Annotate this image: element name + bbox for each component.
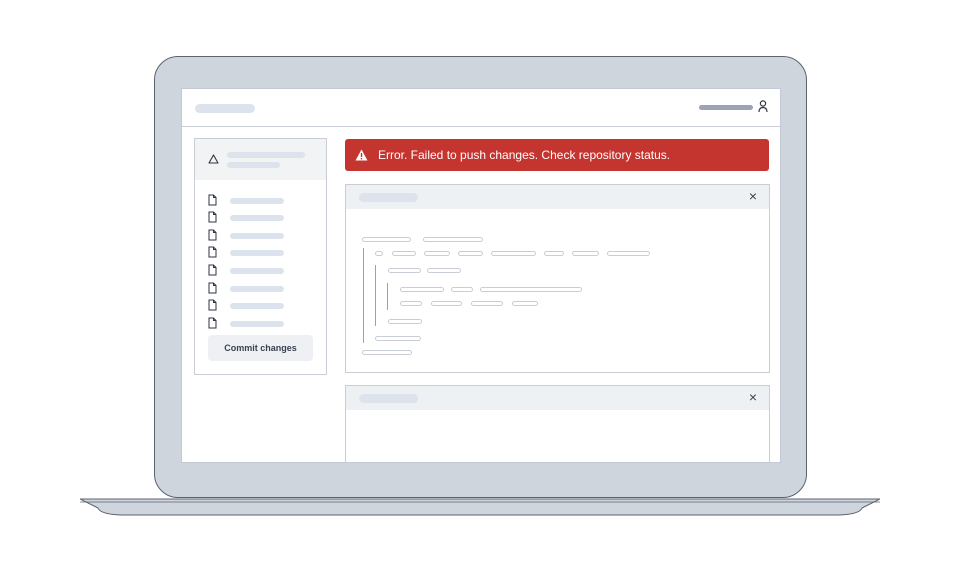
code-token — [480, 287, 582, 292]
close-panel-button[interactable]: × — [749, 390, 757, 404]
tree-guide-line — [387, 283, 388, 310]
file-item[interactable] — [208, 317, 308, 329]
file-icon — [208, 194, 217, 206]
file-icon — [208, 299, 217, 311]
tree-guide-line — [363, 248, 364, 343]
code-token — [423, 237, 483, 242]
commit-changes-button[interactable]: Commit changes — [208, 335, 313, 361]
code-panel: × — [345, 184, 770, 373]
sidebar-header — [195, 139, 326, 180]
app-logo-placeholder — [195, 104, 255, 113]
warning-triangle-outline-icon — [208, 154, 219, 164]
code-token — [388, 268, 421, 273]
file-name-placeholder — [230, 321, 284, 327]
code-token — [544, 251, 564, 256]
file-icon — [208, 211, 217, 223]
file-icon — [208, 246, 217, 258]
error-message: Error. Failed to push changes. Check rep… — [378, 148, 671, 162]
file-name-placeholder — [230, 268, 284, 274]
code-token — [471, 301, 503, 306]
error-banner: Error. Failed to push changes. Check rep… — [345, 139, 769, 171]
secondary-panel-header: × — [346, 386, 769, 410]
code-token — [400, 301, 422, 306]
repo-name-placeholder — [227, 152, 305, 158]
file-item[interactable] — [208, 282, 308, 294]
code-token — [375, 251, 383, 256]
file-name-placeholder — [230, 215, 284, 221]
app-header — [182, 89, 780, 127]
panel-title-placeholder — [359, 193, 418, 202]
secondary-panel: × — [345, 385, 770, 462]
file-name-placeholder — [230, 233, 284, 239]
code-token — [572, 251, 599, 256]
file-icon — [208, 229, 217, 241]
code-token — [451, 287, 473, 292]
laptop-base — [80, 498, 880, 516]
code-token — [491, 251, 536, 256]
file-item[interactable] — [208, 246, 308, 258]
user-icon[interactable] — [758, 100, 768, 113]
user-name-placeholder — [699, 105, 753, 110]
code-token — [388, 319, 422, 324]
file-item[interactable] — [208, 229, 308, 241]
file-name-placeholder — [230, 303, 284, 309]
code-token — [362, 350, 412, 355]
file-icon — [208, 282, 217, 294]
file-item[interactable] — [208, 194, 308, 206]
code-token — [424, 251, 450, 256]
file-name-placeholder — [230, 250, 284, 256]
code-token — [512, 301, 538, 306]
code-token — [431, 301, 462, 306]
file-item[interactable] — [208, 211, 308, 223]
code-token — [392, 251, 416, 256]
file-icon — [208, 264, 217, 276]
tree-guide-line — [375, 265, 376, 326]
branch-name-placeholder — [227, 162, 280, 168]
file-item[interactable] — [208, 264, 308, 276]
file-name-placeholder — [230, 198, 284, 204]
code-token — [400, 287, 444, 292]
code-token — [362, 237, 411, 242]
code-token — [607, 251, 650, 256]
panel-title-placeholder — [359, 394, 418, 403]
code-token — [427, 268, 461, 273]
app-screen: Commit changes Error. Failed to push cha… — [181, 88, 781, 463]
file-name-placeholder — [230, 286, 284, 292]
file-sidebar: Commit changes — [194, 138, 327, 375]
file-icon — [208, 317, 217, 329]
code-token — [375, 336, 421, 341]
code-token — [458, 251, 483, 256]
code-panel-header: × — [346, 185, 769, 209]
close-panel-button[interactable]: × — [749, 189, 757, 203]
file-item[interactable] — [208, 299, 308, 311]
warning-icon — [355, 149, 368, 161]
